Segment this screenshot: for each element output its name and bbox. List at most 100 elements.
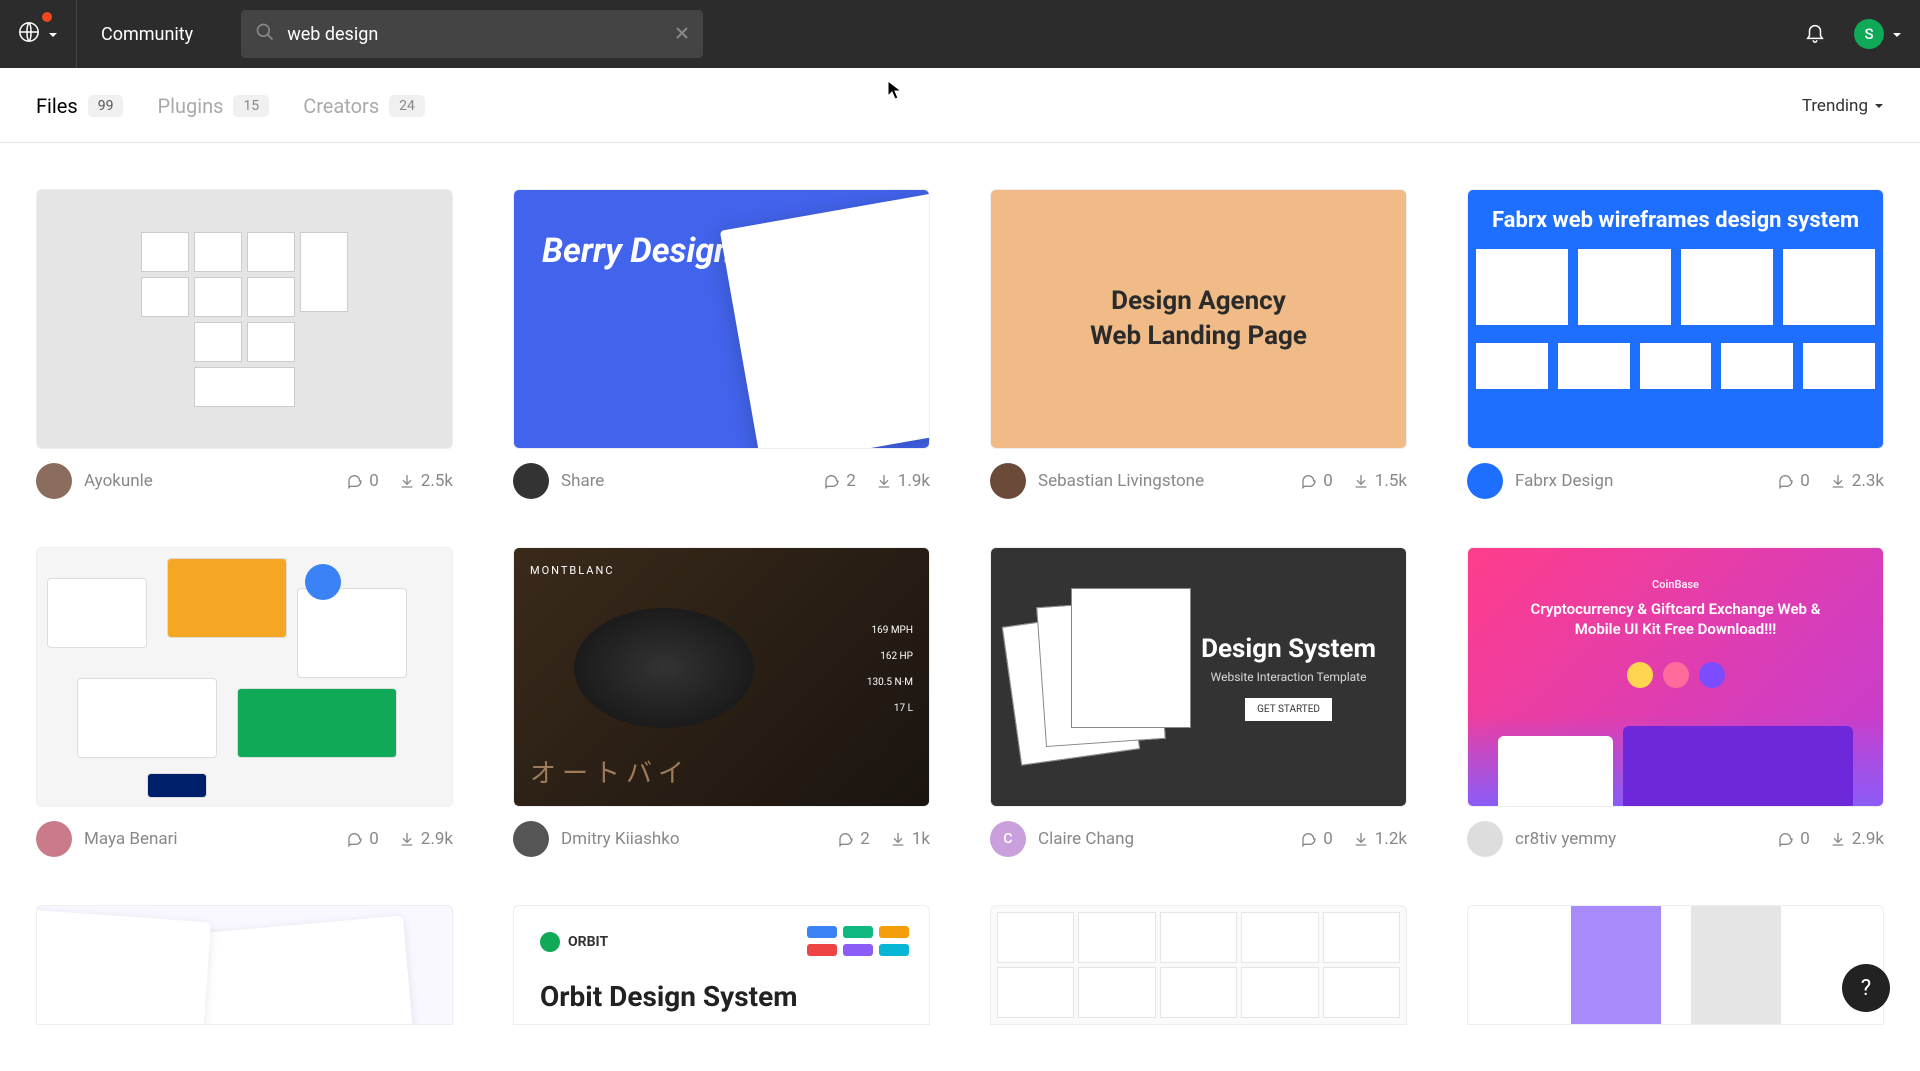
chevron-down-icon [48, 25, 58, 44]
thumb-title: Orbit Design System [540, 980, 903, 1013]
card-meta: Fabrx Design 0 2.3k [1467, 463, 1884, 499]
downloads-stat: 2.3k [1830, 471, 1884, 491]
comment-icon [347, 473, 363, 489]
tab-badge: 24 [389, 95, 425, 117]
thumb-title: Design Agency Web Landing Page [1090, 284, 1307, 354]
topbar: Community S [0, 0, 1920, 68]
result-card[interactable]: CoinBase Cryptocurrency & Giftcard Excha… [1467, 547, 1884, 857]
search-input[interactable] [287, 24, 663, 45]
thumb-sub: Website Interaction Template [1201, 670, 1376, 684]
thumb-stats: 169 MPH 162 HP 130.5 N·M 17 L [867, 618, 913, 722]
results-grid: Ayokunle 0 2.5k Berry Design System Shar… [0, 143, 1920, 1071]
thumbnail [36, 905, 453, 1025]
thumbnail: CoinBase Cryptocurrency & Giftcard Excha… [1467, 547, 1884, 807]
download-icon [1830, 831, 1846, 847]
thumb-button: GET STARTED [1245, 698, 1332, 721]
result-card[interactable] [990, 905, 1407, 1025]
downloads-stat: 1.5k [1353, 471, 1407, 491]
result-card[interactable]: Fabrx web wireframes design system Fabrx… [1467, 189, 1884, 499]
comments-stat: 0 [347, 829, 379, 849]
thumb-title: Design System [1201, 634, 1376, 664]
card-meta: Sebastian Livingstone 0 1.5k [990, 463, 1407, 499]
author-avatar[interactable] [513, 463, 549, 499]
result-card[interactable]: Design Agency Web Landing Page Sebastian… [990, 189, 1407, 499]
topbar-right: S [1804, 19, 1902, 49]
comment-icon [838, 831, 854, 847]
comment-icon [1301, 831, 1317, 847]
result-card[interactable] [36, 905, 453, 1025]
author-avatar[interactable] [1467, 463, 1503, 499]
result-card[interactable]: ORBIT Orbit Design System [513, 905, 930, 1025]
thumbnail: MONTBLANC 169 MPH 162 HP 130.5 N·M 17 L … [513, 547, 930, 807]
download-icon [890, 831, 906, 847]
card-meta: C Claire Chang 0 1.2k [990, 821, 1407, 857]
thumbnail [36, 547, 453, 807]
author-name[interactable]: Ayokunle [84, 471, 335, 491]
thumb-title: Cryptocurrency & Giftcard Exchange Web &… [1468, 591, 1883, 648]
author-name[interactable]: Sebastian Livingstone [1038, 471, 1289, 491]
card-stats: 2 1.9k [824, 471, 930, 491]
downloads-stat: 2.5k [399, 471, 453, 491]
card-meta: Share 2 1.9k [513, 463, 930, 499]
download-icon [1830, 473, 1846, 489]
card-stats: 0 2.9k [1778, 829, 1884, 849]
downloads-stat: 2.9k [399, 829, 453, 849]
downloads-stat: 1k [890, 829, 930, 849]
comments-stat: 2 [824, 471, 856, 491]
card-stats: 2 1k [838, 829, 930, 849]
download-icon [399, 473, 415, 489]
tab-plugins[interactable]: Plugins 15 [157, 94, 269, 142]
thumbnail: Design Agency Web Landing Page [990, 189, 1407, 449]
tab-files[interactable]: Files 99 [36, 94, 123, 142]
author-name[interactable]: Claire Chang [1038, 829, 1289, 849]
globe-icon [18, 21, 40, 47]
result-card[interactable]: Ayokunle 0 2.5k [36, 189, 453, 499]
filter-tabs: Files 99 Plugins 15 Creators 24 Trending [0, 68, 1920, 143]
author-avatar[interactable] [513, 821, 549, 857]
community-label[interactable]: Community [101, 24, 193, 45]
author-name[interactable]: cr8tiv yemmy [1515, 829, 1766, 849]
thumbnail: Berry Design System [513, 189, 930, 449]
card-stats: 0 2.3k [1778, 471, 1884, 491]
card-meta: cr8tiv yemmy 0 2.9k [1467, 821, 1884, 857]
search-icon [255, 22, 275, 46]
thumbnail: ORBIT Orbit Design System [513, 905, 930, 1025]
card-stats: 0 2.5k [347, 471, 453, 491]
download-icon [1353, 831, 1369, 847]
author-name[interactable]: Dmitry Kiiashko [561, 829, 826, 849]
thumbnail [1467, 905, 1884, 1025]
author-avatar[interactable]: C [990, 821, 1026, 857]
thumbnail [36, 189, 453, 449]
author-avatar[interactable] [36, 463, 72, 499]
result-card[interactable]: MONTBLANC 169 MPH 162 HP 130.5 N·M 17 L … [513, 547, 930, 857]
app-switcher[interactable] [18, 0, 77, 68]
comment-icon [1301, 473, 1317, 489]
card-meta: Dmitry Kiiashko 2 1k [513, 821, 930, 857]
clear-search-icon[interactable] [675, 25, 689, 44]
sort-dropdown[interactable]: Trending [1802, 96, 1884, 140]
result-card[interactable]: Maya Benari 0 2.9k [36, 547, 453, 857]
search-bar[interactable] [241, 10, 703, 58]
downloads-stat: 1.2k [1353, 829, 1407, 849]
author-name[interactable]: Maya Benari [84, 829, 335, 849]
author-name[interactable]: Fabrx Design [1515, 471, 1766, 491]
comments-stat: 2 [838, 829, 870, 849]
notifications-icon[interactable] [1804, 21, 1826, 47]
author-avatar[interactable] [36, 821, 72, 857]
downloads-stat: 2.9k [1830, 829, 1884, 849]
result-card[interactable]: Berry Design System Share 2 1.9k [513, 189, 930, 499]
thumbnail: Design System Website Interaction Templa… [990, 547, 1407, 807]
result-card[interactable] [1467, 905, 1884, 1025]
account-menu[interactable]: S [1854, 19, 1902, 49]
result-card[interactable]: Design System Website Interaction Templa… [990, 547, 1407, 857]
tab-creators[interactable]: Creators 24 [303, 94, 425, 142]
author-avatar[interactable] [990, 463, 1026, 499]
notification-dot [42, 12, 52, 22]
author-avatar[interactable] [1467, 821, 1503, 857]
tab-badge: 15 [233, 95, 269, 117]
avatar: S [1854, 19, 1884, 49]
tab-label: Files [36, 94, 78, 118]
card-stats: 0 2.9k [347, 829, 453, 849]
author-name[interactable]: Share [561, 471, 812, 491]
help-button[interactable]: ? [1842, 964, 1890, 1012]
